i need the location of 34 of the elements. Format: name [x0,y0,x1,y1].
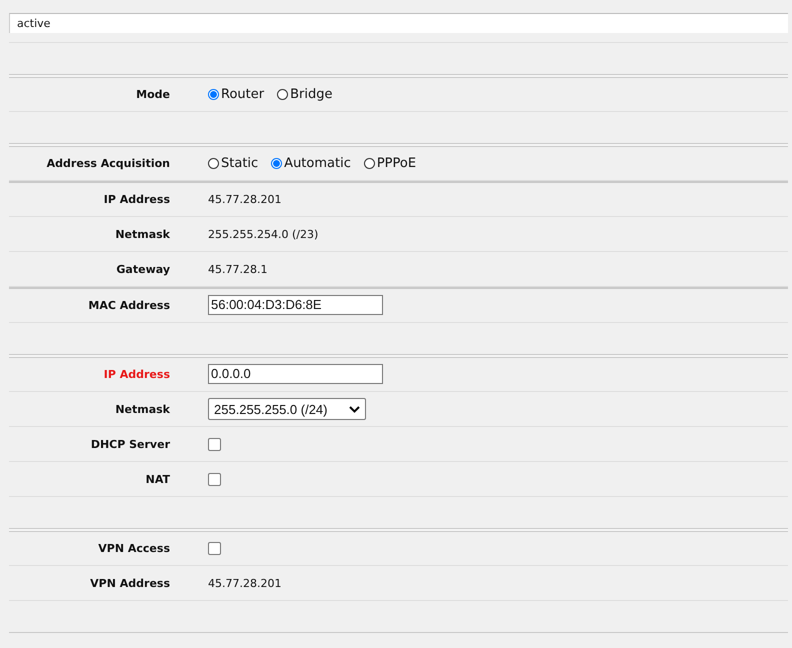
field-label: Mode [135,88,170,100]
radio-icon[interactable] [364,158,375,168]
checkbox[interactable] [208,438,221,450]
field-label: IP Address [102,192,170,206]
radio-option[interactable]: Static [208,156,258,170]
field-label: VPN Address [89,576,170,590]
field-label: Netmask [114,402,170,416]
field-label: NAT [144,472,170,486]
input-field[interactable]: 56:00:04:D3:D6:8E [208,295,383,315]
field-value: 45.77.28.1 [208,262,268,276]
radio-icon[interactable] [271,158,282,168]
input-field[interactable]: 0.0.0.0 [208,364,383,384]
field-label: VPN Access [97,542,170,554]
field-label: IP Address [102,368,170,380]
field-value: 45.77.28.201 [208,576,282,590]
radio-icon[interactable] [208,88,219,100]
dropdown[interactable]: 255.255.255.0 (/24) [208,398,366,420]
checkbox[interactable] [208,542,221,554]
field-value: 45.77.28.201 [208,192,282,206]
field-label: MAC Address [87,298,170,312]
radio-option[interactable]: Automatic [271,156,351,170]
status-field: active [9,13,788,33]
radio-option[interactable]: PPPoE [364,156,416,170]
radio-icon[interactable] [277,88,288,100]
radio-option[interactable]: Bridge [277,86,332,102]
radio-icon[interactable] [208,158,219,168]
field-label: DHCP Server [90,438,170,450]
checkbox[interactable] [208,472,221,486]
radio-option[interactable]: Router [208,86,264,102]
chevron-down-icon [349,406,360,412]
field-value: 255.255.254.0 (/23) [208,228,318,240]
field-label: Address Acquisition [46,156,170,170]
field-label: Netmask [114,228,170,240]
field-label: Gateway [115,262,170,276]
